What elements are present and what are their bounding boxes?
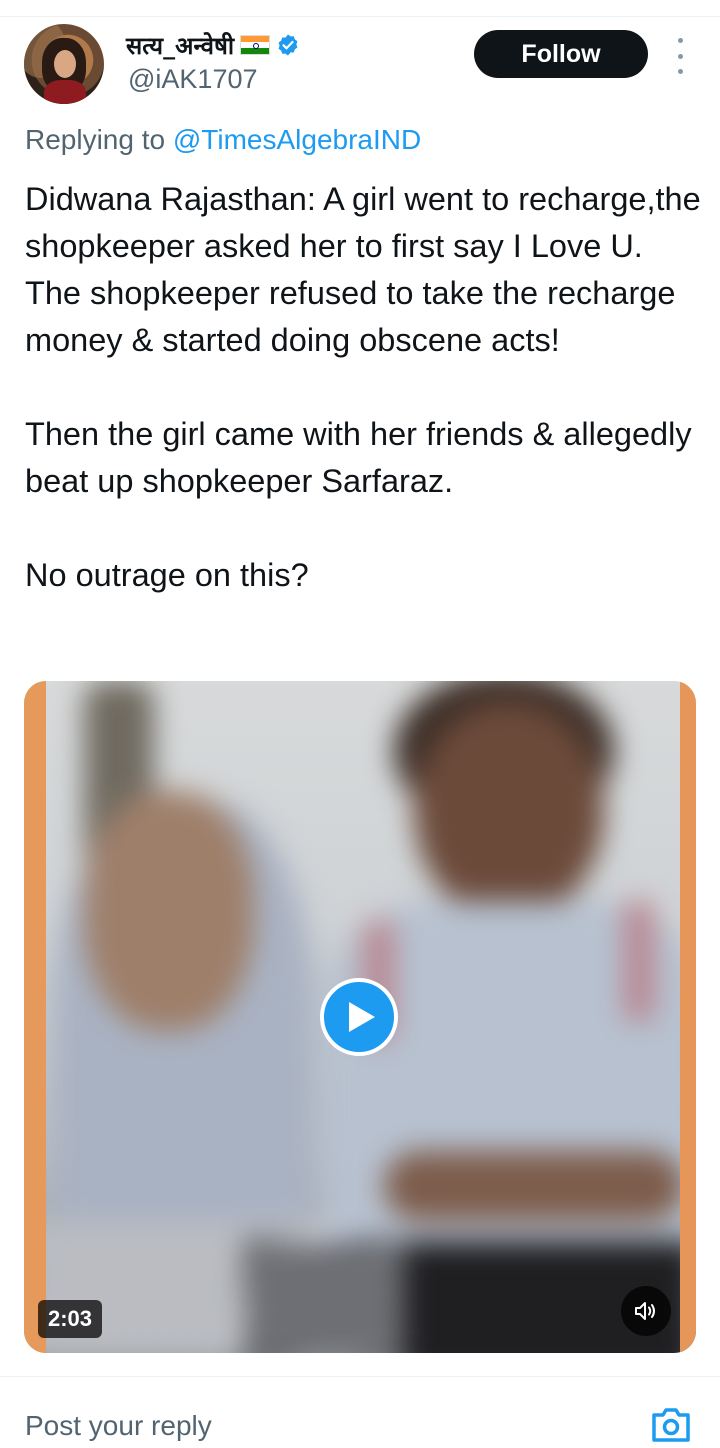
top-divider	[0, 16, 720, 17]
video-left-edge	[24, 681, 46, 1353]
more-vertical-icon[interactable]	[668, 38, 692, 74]
tweet-detail-page: सत्य_अन्वेषी @iAK1707 Follow Replying to…	[0, 0, 720, 1448]
follow-button[interactable]: Follow	[474, 30, 648, 78]
india-flag-icon	[240, 35, 271, 55]
camera-icon[interactable]	[650, 1406, 692, 1444]
tweet-text: Didwana Rajasthan: A girl went to rechar…	[25, 176, 705, 599]
tweet-paragraph: No outrage on this?	[25, 557, 309, 593]
avatar[interactable]	[24, 24, 104, 104]
play-icon[interactable]	[320, 978, 398, 1056]
reply-input[interactable]: Post your reply	[25, 1404, 625, 1448]
avatar-face	[54, 50, 76, 78]
author-name-row[interactable]: सत्य_अन्वेषी	[126, 28, 300, 62]
video-right-edge	[680, 681, 696, 1353]
video-duration-badge: 2:03	[38, 1300, 103, 1338]
avatar-dress	[44, 80, 86, 104]
reply-divider	[0, 1376, 720, 1377]
tweet-header: सत्य_अन्वेषी @iAK1707 Follow	[0, 20, 720, 110]
author-display-name[interactable]: सत्य_अन्वेषी	[126, 29, 234, 62]
verified-badge-icon	[278, 34, 298, 56]
volume-icon[interactable]	[621, 1286, 671, 1336]
replying-prefix: Replying to	[25, 124, 173, 155]
tweet-paragraph: Then the girl came with her friends & al…	[25, 416, 692, 499]
replying-to: Replying to @TimesAlgebraIND	[25, 124, 421, 156]
tweet-paragraph: Didwana Rajasthan: A girl went to rechar…	[25, 181, 701, 358]
replying-mention-link[interactable]: @TimesAlgebraIND	[173, 124, 421, 155]
author-handle[interactable]: @iAK1707	[128, 64, 258, 95]
